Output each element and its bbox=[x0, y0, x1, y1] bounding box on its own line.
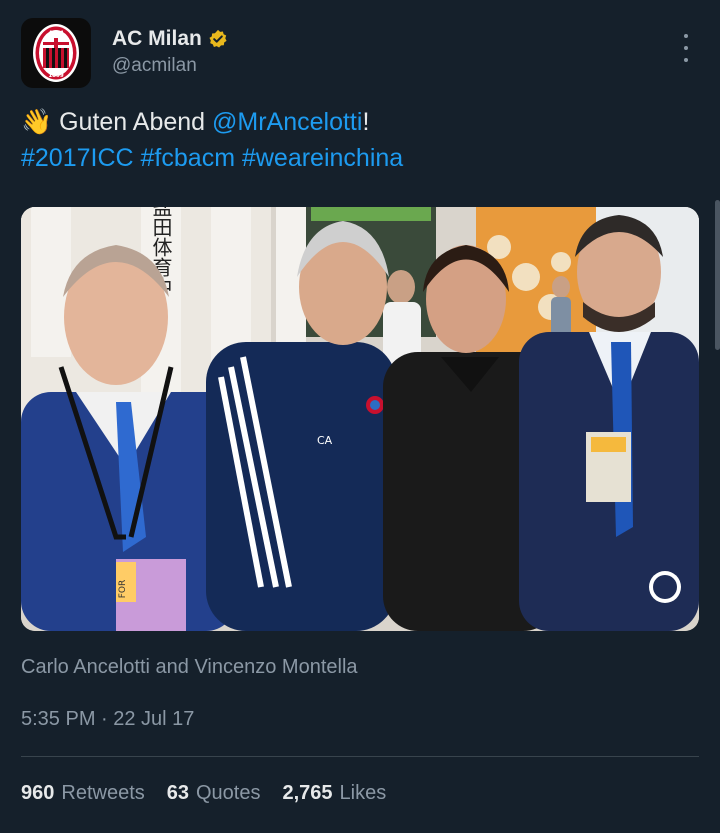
tweet-line-1: 👋 Guten Abend @MrAncelotti! bbox=[21, 104, 699, 140]
hashtag-link[interactable]: #fcbacm bbox=[141, 144, 235, 172]
hashtag-link[interactable]: #weareinchina bbox=[242, 144, 403, 172]
more-options-icon[interactable] bbox=[681, 34, 691, 62]
display-name[interactable]: AC Milan bbox=[112, 27, 202, 51]
avatar[interactable]: ACM 1899 bbox=[21, 18, 91, 88]
likes-label: Likes bbox=[339, 782, 387, 804]
crest-year: 1899 bbox=[48, 73, 63, 79]
retweets-label: Retweets bbox=[61, 782, 145, 804]
photo-caption: Carlo Ancelotti and Vincenzo Montella bbox=[21, 656, 358, 678]
retweets-count: 960 bbox=[21, 782, 55, 804]
tweet-line-2: #2017ICC #fcbacm #weareinchina bbox=[21, 140, 699, 176]
ac-milan-crest-icon: ACM 1899 bbox=[33, 24, 79, 82]
tweet-card: ACM 1899 AC Milan @acmilan 👋 Guten Abend… bbox=[0, 0, 720, 833]
tweet-greeting: Guten Abend bbox=[59, 108, 206, 136]
verified-badge-icon bbox=[209, 29, 227, 48]
tweet-photo[interactable]: 圳盐田体育中 FOR CA bbox=[21, 207, 699, 631]
badge-text: FOR bbox=[118, 580, 128, 599]
mention-link[interactable]: @MrAncelotti bbox=[212, 108, 362, 136]
author-handle[interactable]: @acmilan bbox=[112, 55, 228, 77]
engagement-stats: 960 Retweets 63 Quotes 2,765 Likes bbox=[21, 782, 386, 805]
quotes-label: Quotes bbox=[196, 782, 261, 804]
divider bbox=[21, 756, 699, 757]
tweet-text: 👋 Guten Abend @MrAncelotti! #2017ICC #fc… bbox=[21, 104, 699, 176]
waving-hand-icon: 👋 bbox=[21, 108, 53, 136]
likes-stat[interactable]: 2,765 Likes bbox=[282, 782, 386, 805]
tweet-exclamation: ! bbox=[362, 108, 370, 136]
crest-letters: ACM bbox=[48, 30, 63, 37]
author-names: AC Milan @acmilan bbox=[112, 27, 228, 77]
scrollbar[interactable] bbox=[715, 200, 720, 350]
tweet-timestamp[interactable]: 5:35 PM · 22 Jul 17 bbox=[21, 708, 194, 731]
jacket-initials: CA bbox=[317, 434, 333, 447]
retweets-stat[interactable]: 960 Retweets bbox=[21, 782, 145, 805]
quotes-stat[interactable]: 63 Quotes bbox=[167, 782, 261, 805]
hashtag-link[interactable]: #2017ICC bbox=[21, 144, 134, 172]
display-name-row: AC Milan bbox=[112, 27, 228, 51]
tweet-header: ACM 1899 AC Milan @acmilan bbox=[21, 18, 699, 88]
likes-count: 2,765 bbox=[282, 782, 333, 804]
photo-illustration: 圳盐田体育中 FOR CA bbox=[21, 207, 699, 631]
quotes-count: 63 bbox=[166, 782, 189, 804]
